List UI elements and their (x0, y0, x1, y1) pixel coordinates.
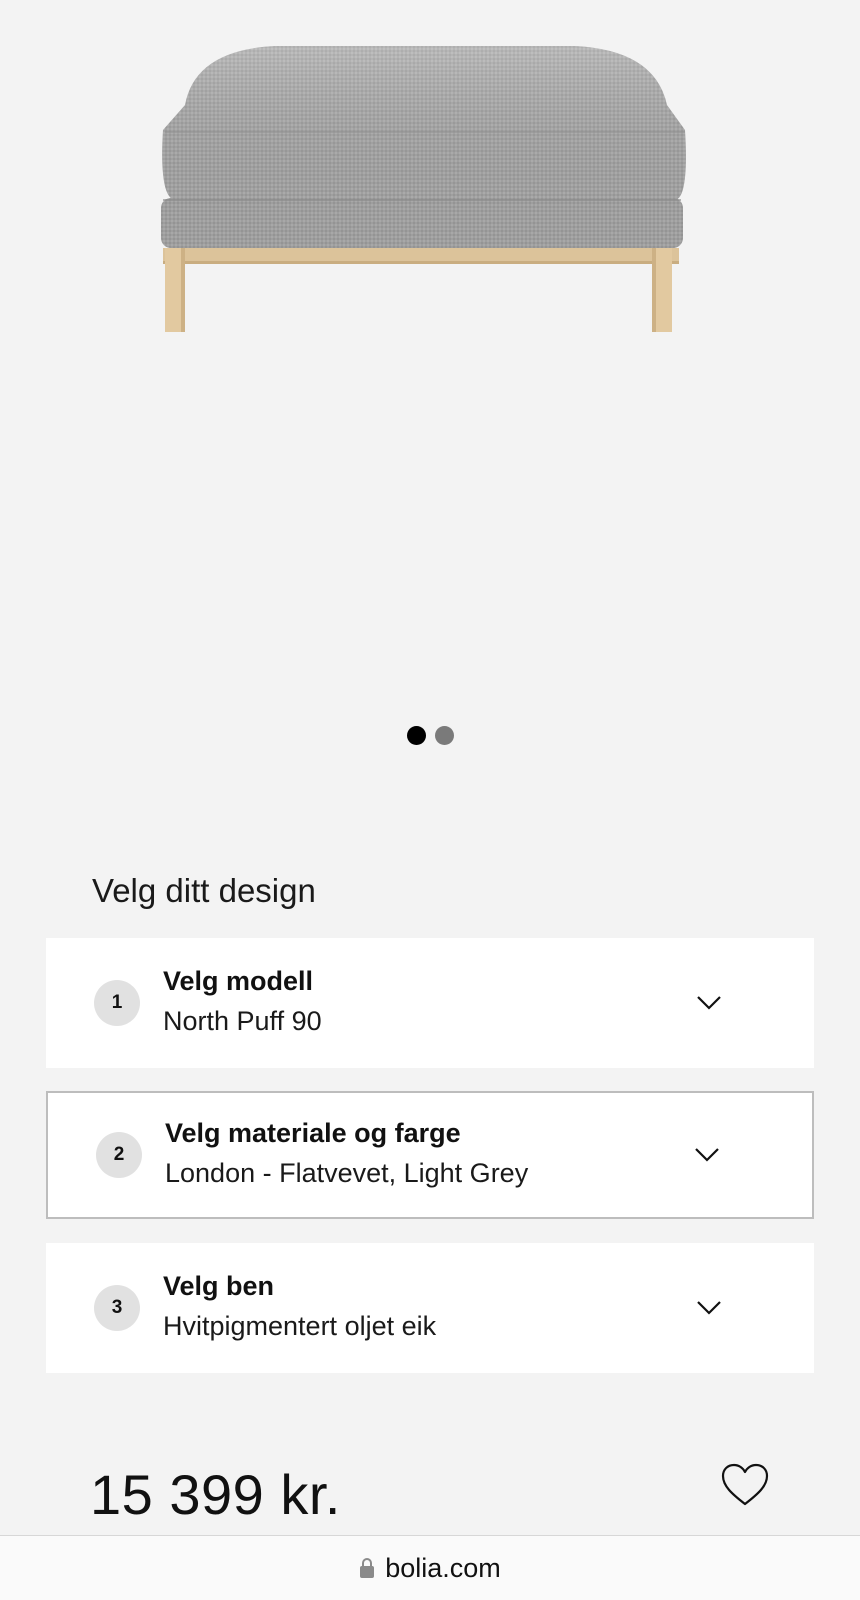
step-number-badge: 1 (94, 980, 140, 1026)
chevron-down-icon (697, 996, 721, 1010)
step-select-model[interactable]: 1 Velg modell North Puff 90 (46, 938, 814, 1068)
browser-url-bar[interactable]: bolia.com (0, 1535, 860, 1600)
step-number-badge: 3 (94, 1285, 140, 1331)
step-select-material[interactable]: 2 Velg materiale og farge London - Flatv… (46, 1091, 814, 1219)
step-text: Velg ben Hvitpigmentert oljet eik (163, 1268, 436, 1348)
step-title: Velg materiale og farge (165, 1118, 461, 1148)
url-text: bolia.com (385, 1552, 501, 1583)
step-text: Velg modell North Puff 90 (163, 963, 322, 1043)
step-text: Velg materiale og farge London - Flatvev… (165, 1115, 528, 1195)
carousel-dot[interactable] (434, 726, 454, 745)
product-image (155, 20, 695, 390)
step-title: Velg modell (163, 966, 314, 996)
chevron-down-icon (697, 1301, 721, 1315)
section-title: Velg ditt design (92, 872, 316, 909)
carousel-indicator (0, 726, 860, 745)
step-title: Velg ben (163, 1271, 275, 1301)
chevron-down-icon (695, 1148, 719, 1162)
step-value: Hvitpigmentert oljet eik (163, 1311, 437, 1341)
carousel-dot-active[interactable] (406, 726, 426, 745)
step-select-legs[interactable]: 3 Velg ben Hvitpigmentert oljet eik (46, 1243, 814, 1373)
step-value: London - Flatvevet, Light Grey (165, 1158, 529, 1188)
step-number-badge: 2 (96, 1132, 142, 1178)
favorite-button[interactable] (720, 1462, 770, 1508)
product-price: 15 399 kr. (90, 1463, 341, 1526)
step-value: North Puff 90 (163, 1006, 322, 1036)
lock-icon (360, 1558, 375, 1578)
heart-outline-icon (721, 1463, 769, 1506)
